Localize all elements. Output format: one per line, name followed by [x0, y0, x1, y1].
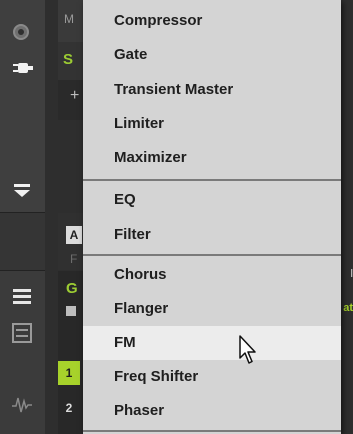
mouse-cursor-icon: [239, 335, 256, 364]
menu-item-limiter[interactable]: Limiter: [83, 107, 341, 141]
menu-item-flanger[interactable]: Flanger: [83, 292, 341, 326]
add-button-plus[interactable]: +: [70, 87, 79, 105]
menu-item-chorus[interactable]: Chorus: [83, 258, 341, 292]
waveform-icon[interactable]: [11, 394, 33, 416]
slot-f-label: F: [70, 252, 78, 266]
menu-item-gate[interactable]: Gate: [83, 38, 341, 72]
menu-separator: [83, 179, 341, 181]
menu-separator: [83, 430, 341, 432]
left-sidebar: [0, 0, 45, 434]
speaker-icon[interactable]: [66, 306, 76, 316]
bg-letter-s: S: [63, 51, 74, 68]
edge-text: at: [343, 302, 353, 314]
menu-separator: [83, 254, 341, 256]
slot-a-label: A: [66, 226, 82, 244]
plugin-icon[interactable]: [12, 60, 34, 76]
menu-item-compressor[interactable]: Compressor: [83, 4, 341, 38]
menu-item-transient-master[interactable]: Transient Master: [83, 73, 341, 107]
left-sidebar-middle: [0, 213, 45, 271]
bg-letter-m: M: [64, 12, 74, 26]
dropdown-icon[interactable]: [12, 182, 32, 198]
menu-item-fm[interactable]: FM: [83, 326, 341, 360]
menu-item-phaser[interactable]: Phaser: [83, 394, 341, 428]
pad-2[interactable]: 2: [58, 397, 80, 419]
menu-item-maximizer[interactable]: Maximizer: [83, 141, 341, 175]
knob-icon[interactable]: [13, 24, 29, 40]
menu-item-freq-shifter[interactable]: Freq Shifter: [83, 360, 341, 394]
list-icon[interactable]: [11, 286, 33, 308]
pad-1[interactable]: 1: [58, 361, 80, 385]
menu-item-filter[interactable]: Filter: [83, 218, 341, 252]
group-label: G: [66, 280, 78, 297]
menu-item-eq[interactable]: EQ: [83, 183, 341, 217]
mixer-icon[interactable]: [11, 322, 33, 344]
plugin-context-menu: Compressor Gate Transient Master Limiter…: [83, 0, 341, 434]
